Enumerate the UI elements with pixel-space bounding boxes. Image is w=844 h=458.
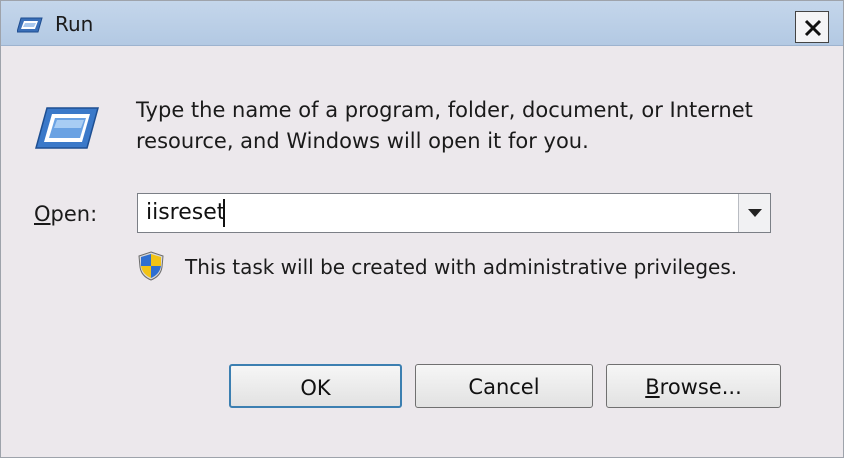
open-label-accelerator: O xyxy=(34,202,51,226)
run-dialog: Run Type the name of a program, folder, … xyxy=(0,0,844,458)
dropdown-button[interactable] xyxy=(738,194,770,232)
instruction-line-1: Type the name of a program, folder, docu… xyxy=(136,98,753,122)
close-button[interactable] xyxy=(795,11,829,43)
close-icon xyxy=(804,19,822,37)
open-label-rest: pen: xyxy=(50,202,98,226)
ok-button[interactable]: OK xyxy=(229,364,402,408)
open-label: Open: xyxy=(34,202,97,226)
browse-label-rest: rowse... xyxy=(659,375,742,399)
open-combobox[interactable]: iisreset xyxy=(137,193,771,233)
instruction-text: Type the name of a program, folder, docu… xyxy=(136,95,796,157)
title-bar[interactable]: Run xyxy=(1,1,843,46)
instruction-line-2: resource, and Windows will open it for y… xyxy=(136,129,589,153)
run-icon xyxy=(16,15,43,35)
admin-privileges-note: This task will be created with administr… xyxy=(185,255,738,279)
open-input[interactable]: iisreset xyxy=(146,200,225,225)
run-program-icon xyxy=(35,106,99,150)
browse-accelerator: B xyxy=(645,375,660,399)
cancel-button[interactable]: Cancel xyxy=(415,364,593,408)
uac-shield-icon xyxy=(138,251,164,281)
window-title: Run xyxy=(55,12,94,36)
browse-button[interactable]: Browse... xyxy=(606,364,781,408)
text-caret xyxy=(223,199,225,227)
chevron-down-icon xyxy=(748,209,762,217)
